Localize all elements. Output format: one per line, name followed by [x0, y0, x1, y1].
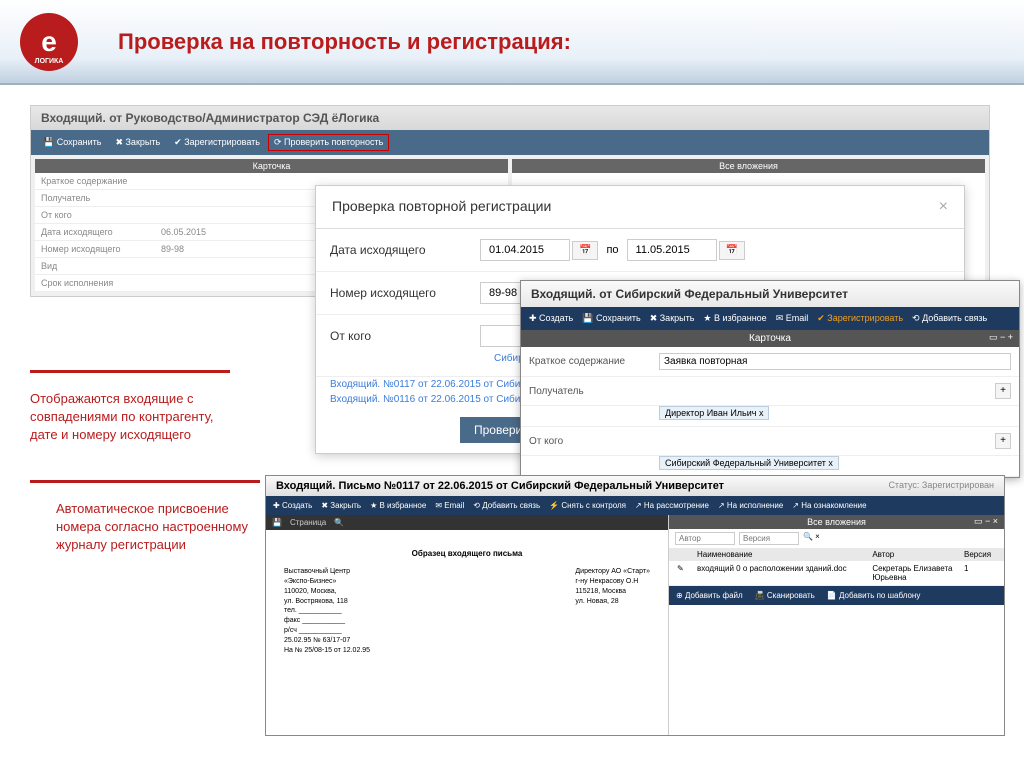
pdf-preview-panel: 💾 Страница 🔍 Образец входящего письма Вы… [266, 515, 669, 735]
card-summary-input[interactable] [659, 353, 1011, 370]
panel-controls[interactable]: ▭ − × [974, 516, 998, 527]
card-addlink-button[interactable]: ⟲ Добавить связь [908, 311, 991, 326]
attach-filter-version[interactable] [739, 532, 799, 545]
card-email-button[interactable]: ✉ Email [772, 311, 813, 326]
modal-from-label: От кого [330, 329, 480, 343]
page-header: е Проверка на повторность и регистрация: [0, 0, 1024, 85]
bg-save-button[interactable]: 💾 Сохранить [37, 134, 107, 151]
attach-panel-head: Все вложения ▭ − × [669, 515, 1004, 529]
panel-controls[interactable]: ▭ − + [989, 332, 1013, 343]
bottom-status: Статус: Зарегистрирован [888, 480, 994, 492]
bottom-agree-button[interactable]: ↗ На ознакомление [788, 499, 870, 512]
add-recipient-button[interactable]: + [995, 383, 1011, 399]
modal-title: Проверка повторной регистрации [332, 198, 551, 216]
refresh-icon: ⟳ [274, 137, 284, 147]
pdf-zoom-icon[interactable]: 🔍 [334, 518, 344, 527]
bottom-window-title: Входящий. Письмо №0117 от 22.06.2015 от … [276, 480, 724, 492]
close-icon: ✖ [650, 313, 660, 323]
card-from-label: От кого [529, 436, 659, 447]
add-file-button[interactable]: ⊕ Добавить файл [672, 589, 747, 602]
pdf-recipient: Директору АО «Старт» г-ну Некрасову О.Н … [575, 567, 650, 655]
bottom-close-button[interactable]: ✖ Закрыть [317, 499, 365, 512]
bottom-create-button[interactable]: ✚ Создать [269, 499, 316, 512]
from-tag[interactable]: Сибирский Федеральный Университет х [659, 456, 839, 470]
logo: е [20, 13, 78, 71]
date-sep: по [606, 244, 618, 256]
incoming-card-window: Входящий. от Сибирский Федеральный Униве… [520, 280, 1020, 478]
bg-close-button[interactable]: ✖ Закрыть [109, 134, 166, 151]
pdf-sender: Выставочный Центр «Экспо-Бизнес» 110020,… [284, 567, 370, 655]
page-title: Проверка на повторность и регистрация: [118, 29, 571, 55]
bottom-email-button[interactable]: ✉ Email [431, 499, 468, 512]
bg-check-duplicate-button[interactable]: ⟳ Проверить повторность [268, 134, 389, 151]
bg-window-title: Входящий. от Руководство/Администратор С… [31, 106, 989, 130]
registered-document-window: Входящий. Письмо №0117 от 22.06.2015 от … [265, 475, 1005, 736]
card-register-button[interactable]: ✔ Зарегистрировать [813, 311, 907, 326]
pencil-icon[interactable]: ✎ [673, 564, 693, 582]
callout-line-1 [30, 370, 230, 373]
callout-line-2 [30, 480, 260, 483]
callout-autonumber: Автоматическое присвоение номера согласн… [56, 500, 256, 555]
star-icon: ★ [703, 313, 714, 323]
save-icon: 💾 [582, 313, 596, 323]
card-section-head: Карточка ▭ − + [521, 330, 1019, 347]
pdf-toolbar[interactable]: 💾 Страница 🔍 [266, 515, 668, 530]
save-icon: 💾 [43, 137, 57, 147]
date-from-input[interactable] [480, 239, 570, 261]
check-icon: ✔ [174, 137, 184, 147]
card-favorite-button[interactable]: ★ В избранное [699, 311, 770, 326]
bg-card-panel-head: Карточка [35, 159, 508, 173]
add-template-button[interactable]: 📄 Добавить по шаблону [823, 589, 924, 602]
card-create-button[interactable]: ✚ Создать [525, 311, 577, 326]
check-icon: ✔ [817, 313, 827, 323]
add-from-button[interactable]: + [995, 433, 1011, 449]
bottom-review-button[interactable]: ↗ На рассмотрение [631, 499, 713, 512]
pdf-heading: Образец входящего письма [284, 548, 650, 559]
bottom-link-button[interactable]: ⟲ Добавить связь [469, 499, 544, 512]
card-toolbar: ✚ Создать 💾 Сохранить ✖ Закрыть ★ В избр… [521, 307, 1019, 330]
bottom-control-button[interactable]: ⚡ Снять с контроля [545, 499, 630, 512]
bottom-fav-button[interactable]: ★ В избранное [366, 499, 430, 512]
calendar-icon[interactable]: 📅 [572, 241, 598, 260]
mail-icon: ✉ [776, 313, 786, 323]
modal-close-button[interactable]: × [939, 198, 948, 216]
pdf-page-label: Страница [290, 518, 326, 527]
bg-register-button[interactable]: ✔ Зарегистрировать [168, 134, 266, 151]
pdf-save-icon[interactable]: 💾 [272, 518, 282, 527]
attachments-panel: Все вложения ▭ − × 🔍 × Наименование Авто… [669, 515, 1004, 735]
scan-button[interactable]: 📠 Сканировать [751, 589, 819, 602]
card-window-title: Входящий. от Сибирский Федеральный Униве… [521, 281, 1019, 307]
bg-attach-panel-head: Все вложения [512, 159, 985, 173]
attach-toolbar: ⊕ Добавить файл 📠 Сканировать 📄 Добавить… [669, 586, 1004, 605]
card-summary-label: Краткое содержание [529, 356, 659, 367]
attach-table-header: Наименование Автор Версия [669, 548, 1004, 561]
pdf-page: Образец входящего письма Выставочный Цен… [274, 538, 660, 718]
card-save-button[interactable]: 💾 Сохранить [578, 311, 644, 326]
search-icon[interactable]: 🔍 × [803, 532, 820, 545]
bottom-toolbar: ✚ Создать ✖ Закрыть ★ В избранное ✉ Emai… [266, 496, 1004, 515]
modal-date-label: Дата исходящего [330, 243, 480, 257]
recipient-tag[interactable]: Директор Иван Ильич х [659, 406, 769, 420]
link-icon: ⟲ [912, 313, 922, 323]
modal-num-label: Номер исходящего [330, 286, 480, 300]
bg-toolbar: 💾 Сохранить ✖ Закрыть ✔ Зарегистрировать… [31, 130, 989, 155]
attach-filter-author[interactable] [675, 532, 735, 545]
card-close-button[interactable]: ✖ Закрыть [646, 311, 699, 326]
attachment-row[interactable]: ✎ входящий 0 о расположении зданий.doc С… [669, 561, 1004, 586]
calendar-icon[interactable]: 📅 [719, 241, 745, 260]
callout-duplicates: Отображаются входящие с совпадениями по … [30, 390, 230, 445]
plus-icon: ✚ [529, 313, 539, 323]
date-to-input[interactable] [627, 239, 717, 261]
close-icon: ✖ [115, 137, 125, 147]
bottom-exec-button[interactable]: ↗ На исполнение [714, 499, 787, 512]
card-recipient-label: Получатель [529, 386, 659, 397]
attach-filter-row: 🔍 × [669, 529, 1004, 548]
